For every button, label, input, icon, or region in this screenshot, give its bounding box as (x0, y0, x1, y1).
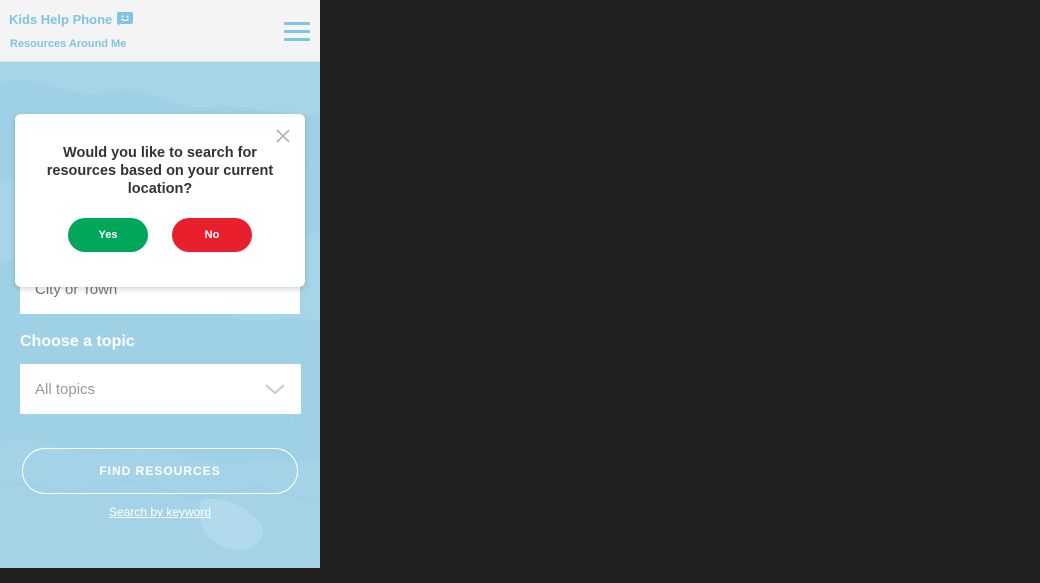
menu-bar (284, 38, 310, 41)
brand-logo[interactable]: Kids Help Phone (9, 11, 134, 27)
app-panel: Kids Help Phone Resources Around Me Choo… (0, 0, 320, 568)
dialog-question: Would you like to search for resources b… (46, 145, 274, 197)
find-resources-button[interactable]: FIND RESOURCES (22, 448, 298, 494)
location-permission-dialog: Would you like to search for resources b… (15, 114, 305, 287)
hamburger-menu-icon[interactable] (284, 22, 310, 44)
app-header: Kids Help Phone Resources Around Me (0, 0, 320, 62)
topic-select-value: All topics (35, 380, 96, 398)
menu-bar (284, 30, 310, 33)
close-icon[interactable] (276, 129, 290, 143)
yes-button[interactable]: Yes (68, 218, 148, 252)
topic-label: Choose a topic (20, 333, 135, 350)
no-button[interactable]: No (172, 218, 252, 252)
smiley-chat-icon (117, 12, 134, 26)
brand-name: Kids Help Phone (9, 11, 113, 27)
search-by-keyword-link[interactable]: Search by keyword (0, 505, 320, 519)
topic-select[interactable]: All topics (20, 364, 301, 414)
menu-bar (284, 22, 310, 25)
page-subtitle: Resources Around Me (10, 38, 127, 50)
chevron-down-icon (265, 384, 285, 395)
